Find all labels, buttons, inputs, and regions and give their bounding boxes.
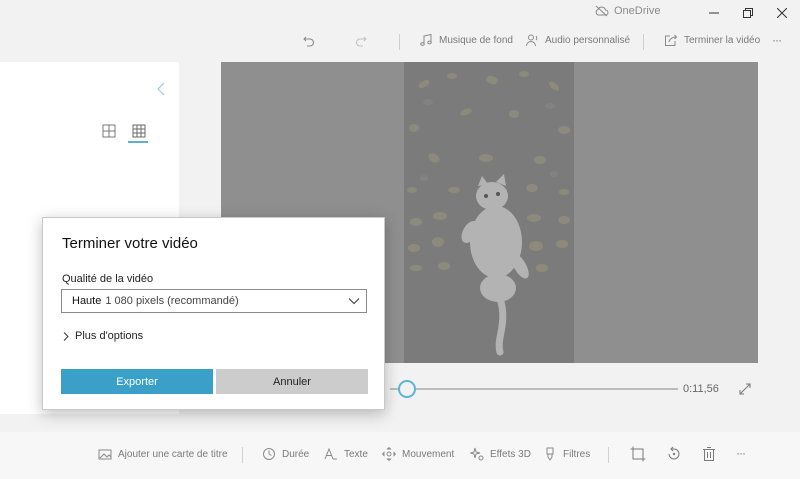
active-view-indicator	[128, 141, 148, 143]
storyboard-more-button[interactable]: ···	[736, 446, 746, 460]
chevron-right-icon	[63, 331, 69, 341]
clock-icon	[263, 448, 275, 460]
toolbar-divider	[608, 447, 609, 463]
resize-button[interactable]	[630, 446, 646, 462]
filter-brush-icon	[546, 447, 554, 461]
cancel-button[interactable]: Annuler	[216, 369, 368, 394]
text-label: Texte	[344, 448, 368, 460]
duration-button[interactable]: Durée	[262, 447, 309, 461]
dialog-title: Terminer votre vidéo	[62, 235, 198, 252]
video-quality-label: Qualité de la vidéo	[62, 273, 154, 285]
duration-label: Durée	[282, 448, 310, 460]
close-button[interactable]	[765, 0, 799, 26]
more-options-button[interactable]: ···	[772, 33, 782, 47]
minimize-icon	[709, 12, 719, 14]
toolbar-divider	[242, 447, 243, 463]
more-options-label: Plus d'options	[75, 330, 144, 342]
large-grid-view-icon[interactable]	[102, 124, 116, 138]
playback-scrubber-thumb[interactable]	[398, 380, 416, 398]
more-options-toggle[interactable]: Plus d'options	[63, 330, 143, 342]
text-button[interactable]: Texte	[324, 447, 368, 461]
redo-button[interactable]	[352, 32, 370, 50]
text-icon	[324, 447, 337, 460]
filters-button[interactable]: Filtres	[543, 447, 590, 461]
more-icon: ···	[772, 33, 782, 47]
share-export-icon	[665, 34, 678, 46]
cloud-off-icon	[595, 5, 609, 17]
chevron-down-icon	[348, 298, 360, 305]
filters-label: Filtres	[563, 448, 591, 460]
motion-icon	[382, 447, 396, 461]
maximize-icon	[743, 8, 753, 18]
rotate-icon	[668, 446, 680, 460]
playback-timeline[interactable]	[390, 388, 678, 390]
motion-button[interactable]: Mouvement	[382, 447, 454, 461]
music-note-icon	[420, 33, 432, 46]
toolbar-divider	[643, 34, 644, 50]
video-frame-image	[404, 62, 574, 363]
finish-video-label: Terminer la vidéo	[684, 34, 761, 46]
title-bar: OneDrive	[0, 0, 800, 26]
custom-audio-label: Audio personnalisé	[545, 34, 631, 46]
collapse-chevron-icon[interactable]	[156, 82, 168, 96]
add-title-card-button[interactable]: Ajouter une carte de titre	[98, 447, 228, 461]
toolbar-divider	[399, 34, 400, 50]
background-music-button[interactable]: Musique de fond	[419, 33, 513, 47]
fullscreen-expand-icon[interactable]	[738, 382, 752, 396]
person-audio-icon	[526, 34, 538, 47]
title-card-icon	[98, 449, 112, 460]
close-icon	[777, 8, 787, 18]
quality-value-main: Haute	[72, 295, 102, 307]
playback-time: 0:11,56	[683, 383, 719, 395]
delete-button[interactable]	[701, 446, 717, 462]
trash-icon	[703, 447, 715, 461]
onedrive-label: OneDrive	[614, 5, 661, 17]
finish-video-button[interactable]: Terminer la vidéo	[664, 33, 760, 47]
3d-effects-label: Effets 3D	[490, 448, 531, 460]
resize-crop-icon	[630, 446, 646, 462]
finish-video-dialog: Terminer votre vidéo Qualité de la vidéo…	[42, 217, 385, 410]
rotate-button[interactable]	[666, 446, 682, 462]
video-quality-select[interactable]: Haute 1 080 pixels (recommandé)	[61, 289, 367, 313]
onedrive-status[interactable]: OneDrive	[594, 5, 660, 17]
small-grid-view-icon[interactable]	[132, 124, 146, 138]
add-title-card-label: Ajouter une carte de titre	[118, 448, 228, 460]
kitten-leaves-image	[404, 62, 574, 363]
top-toolbar: Musique de fond Audio personnalisé Termi…	[0, 26, 800, 56]
undo-icon	[303, 36, 315, 47]
quality-value-detail: 1 080 pixels (recommandé)	[105, 295, 239, 307]
custom-audio-button[interactable]: Audio personnalisé	[525, 33, 630, 47]
motion-label: Mouvement	[402, 448, 455, 460]
maximize-button[interactable]	[731, 0, 765, 26]
sparkle-effects-icon	[470, 447, 484, 461]
background-music-label: Musique de fond	[439, 34, 513, 46]
redo-icon	[355, 36, 367, 47]
export-button[interactable]: Exporter	[61, 369, 213, 394]
undo-button[interactable]	[300, 32, 318, 50]
3d-effects-button[interactable]: Effets 3D	[470, 447, 531, 461]
minimize-button[interactable]	[697, 0, 731, 26]
more-icon: ···	[736, 446, 746, 460]
storyboard-toolbar: Ajouter une carte de titre Durée Texte M…	[0, 432, 800, 479]
